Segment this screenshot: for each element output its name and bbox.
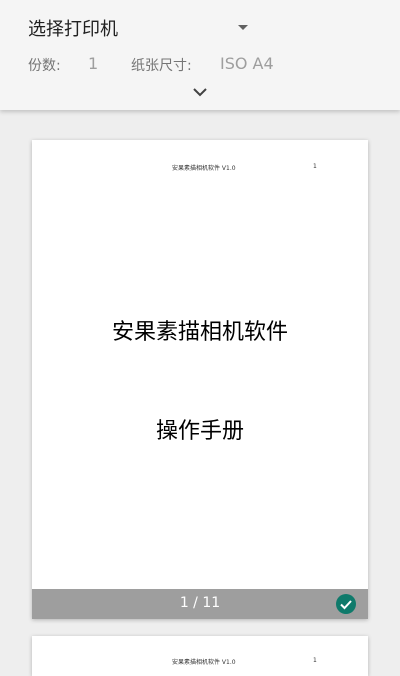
triangle-down-icon [238, 25, 248, 30]
page-header-title: 安果素描相机软件 V1.0 [172, 165, 236, 172]
page-header-title: 安果素描相机软件 V1.0 [172, 659, 236, 666]
document-subtitle: 操作手册 [155, 419, 244, 444]
page-preview[interactable]: 安果素描相机软件 V1.0 1 [32, 636, 368, 676]
print-settings-row: 份数: 1 纸张尺寸: ISO A4 [0, 54, 400, 76]
printer-select-dropdown[interactable]: 选择打印机 [28, 14, 258, 42]
copies-label: 份数: [28, 58, 61, 74]
paper-size-label: 纸张尺寸: [131, 58, 192, 74]
page-preview[interactable]: 安果素描相机软件 V1.0 1 安果素描相机软件 操作手册 1 / 11 [32, 140, 368, 619]
printer-select-label: 选择打印机 [28, 19, 118, 40]
chevron-down-icon[interactable] [191, 84, 209, 98]
paper-size-value[interactable]: ISO A4 [220, 54, 274, 73]
document-title: 安果素描相机软件 [111, 320, 288, 345]
page-counter: 1 / 11 [179, 595, 221, 611]
print-options-bar: 选择打印机 份数: 1 纸张尺寸: ISO A4 [0, 0, 400, 110]
check-circle-icon[interactable] [336, 594, 356, 614]
copies-value[interactable]: 1 [88, 54, 98, 73]
page-footer-bar: 1 / 11 [32, 589, 368, 619]
page-header-number: 1 [313, 163, 317, 170]
